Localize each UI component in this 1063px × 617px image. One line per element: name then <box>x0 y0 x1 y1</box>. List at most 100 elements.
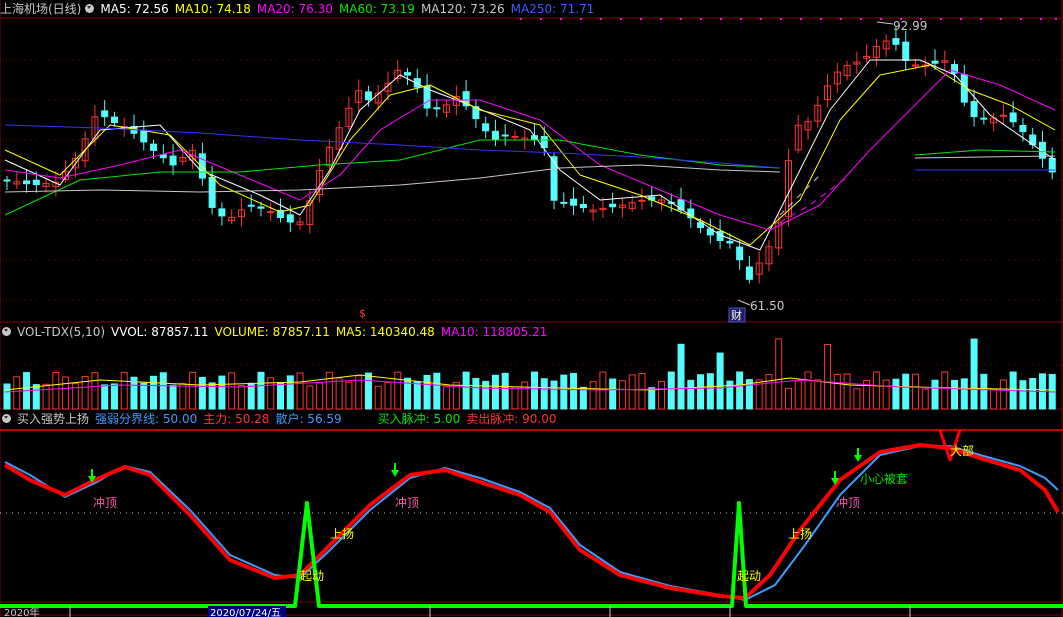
volume-bar <box>286 375 294 410</box>
volume-bar <box>120 371 128 410</box>
volume-bar <box>42 383 50 410</box>
top-marker <box>680 18 682 20</box>
dropdown-icon[interactable] <box>85 4 95 13</box>
volume-bar <box>990 388 998 410</box>
main-force-label: 主力: 50.28 <box>203 412 270 426</box>
candle-body <box>892 38 900 45</box>
dropdown-icon[interactable] <box>2 414 11 423</box>
candle-body <box>1019 124 1027 133</box>
volume-bar <box>169 384 177 410</box>
volume-bar <box>110 383 118 410</box>
volume-bar <box>140 382 148 410</box>
ma20-line <box>4 69 1056 231</box>
volume-bar <box>335 377 343 410</box>
volume-bar <box>540 378 548 410</box>
indicator-legend: 买入强势上扬 强弱分界线: 50.00 主力: 50.28 散户: 56.59 买入脉冲… <box>0 411 562 427</box>
volume-bar <box>872 371 880 410</box>
ma60-line-right <box>914 149 1056 156</box>
volume-label: VOLUME: 87857.11 <box>214 325 330 339</box>
volume-bar <box>843 373 851 410</box>
volume-bar <box>618 380 626 410</box>
volume-bar <box>911 373 919 410</box>
ma20-label: MA20: 76.30 <box>256 2 333 16</box>
volume-bar <box>1029 378 1037 410</box>
stock-title: 上海机场(日线) <box>0 2 82 16</box>
ma250-label: MA250: 71.71 <box>510 2 595 16</box>
candle-body <box>745 266 753 280</box>
signal-label: 冲顶 <box>93 495 117 510</box>
ma120-line <box>4 164 781 193</box>
retail-line <box>4 445 1059 601</box>
signal-label: 大部 <box>950 443 974 458</box>
volume-bar <box>52 371 60 410</box>
ma5-label: MA5: 72.56 <box>100 2 169 16</box>
top-marker <box>580 18 582 20</box>
top-marker <box>760 18 762 20</box>
top-marker <box>980 18 982 20</box>
candle-body <box>150 143 158 151</box>
candle-body <box>931 60 939 64</box>
top-marker <box>660 18 662 20</box>
candle-body <box>609 203 617 208</box>
stock-chart[interactable]: 92.9961.50财$冲顶上扬起动冲顶上扬起动冲顶小心被套大部2020年 202… <box>0 0 1063 617</box>
candle-body <box>570 198 578 206</box>
dropdown-icon[interactable] <box>2 327 11 336</box>
volume-bar <box>257 371 265 410</box>
volume-bar <box>824 344 832 410</box>
volume-bar <box>316 382 324 410</box>
top-marker <box>560 18 562 20</box>
volume-bar <box>794 380 802 410</box>
top-marker <box>880 18 882 20</box>
candle-body <box>970 101 978 118</box>
volume-bar <box>511 386 519 410</box>
volume-bar <box>550 380 558 410</box>
candle-body <box>677 199 685 211</box>
volume-bar <box>638 373 646 410</box>
candle-body <box>550 156 558 201</box>
volume-bar <box>150 375 158 410</box>
candle-body <box>1009 112 1017 123</box>
volume-bar <box>941 371 949 410</box>
candle-body <box>433 107 441 110</box>
candle-body <box>208 176 216 208</box>
volume-bar <box>609 378 617 410</box>
ma60-label: MA60: 73.19 <box>338 2 415 16</box>
volume-bar <box>501 372 509 410</box>
sell-pulse-label: 卖出脉冲: 90.00 <box>466 412 557 426</box>
volume-bar <box>570 372 578 410</box>
ma20-dash <box>779 174 851 223</box>
top-marker <box>740 18 742 20</box>
volume-bar <box>765 374 773 410</box>
candle-body <box>267 211 275 214</box>
volume-bar <box>32 384 40 410</box>
volume-bar <box>218 375 226 410</box>
volume-bar <box>667 371 675 410</box>
retail-label: 散户: 56.59 <box>275 412 342 426</box>
volume-bar <box>560 374 568 410</box>
candle-body <box>726 240 734 244</box>
candle-body <box>511 135 519 138</box>
volume-bar <box>521 381 529 410</box>
signal-label: 小心被套 <box>860 472 908 486</box>
candle-body <box>23 180 31 185</box>
volume-bar <box>394 371 402 410</box>
candle-body <box>911 64 919 67</box>
volume-bar <box>491 374 499 410</box>
volume-bar <box>198 376 206 410</box>
top-marker <box>1020 18 1022 20</box>
volume-bar <box>677 343 685 410</box>
candle-body <box>286 214 294 223</box>
volume-bar <box>697 374 705 410</box>
volume-bar <box>599 371 607 410</box>
top-marker <box>720 18 722 20</box>
volume-bar <box>1019 380 1027 410</box>
volume-bar <box>902 373 910 410</box>
ma120-label: MA120: 73.26 <box>420 2 505 16</box>
top-marker <box>860 18 862 20</box>
volume-bar <box>531 371 538 410</box>
top-marker <box>920 18 922 20</box>
candle-body <box>218 208 226 217</box>
signal-label: 冲顶 <box>395 495 419 510</box>
volume-bar <box>853 388 861 410</box>
volume-bar <box>628 374 636 410</box>
